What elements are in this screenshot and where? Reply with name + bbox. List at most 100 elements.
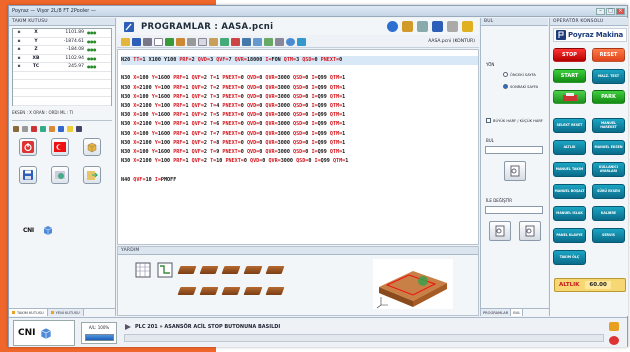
operator-button-11[interactable]: PANEL KLAVYE [553, 228, 586, 243]
program-line[interactable] [121, 166, 478, 175]
operator-button-3[interactable]: ALTLIK [553, 140, 586, 155]
plate-help-icon-9[interactable] [243, 282, 263, 300]
plate-help-icon-2[interactable] [199, 261, 219, 279]
grid-icon[interactable] [220, 37, 229, 46]
export-button[interactable] [83, 166, 101, 184]
close-button[interactable]: × [616, 7, 625, 15]
person-icon[interactable] [402, 21, 413, 32]
maximize-button[interactable]: □ [606, 7, 615, 15]
program-line[interactable] [121, 65, 478, 74]
alarm-icon[interactable] [609, 322, 619, 331]
find-button[interactable] [504, 161, 526, 181]
program-line[interactable]: N20 TT=1 X100 Y100 PRF=2 QVD=3 QVF=7 QVR… [121, 56, 478, 66]
tool-icon[interactable] [31, 125, 37, 132]
reset-button[interactable]: RESET [592, 48, 625, 62]
plate-help-icon-8[interactable] [221, 282, 241, 300]
cut-icon[interactable] [187, 37, 196, 46]
refresh-icon[interactable] [176, 37, 185, 46]
copy-icon[interactable] [198, 37, 207, 46]
new-file-icon[interactable] [154, 37, 163, 46]
left-tab-0[interactable]: TAKIM KUTUSU [9, 309, 48, 316]
line-help-icon[interactable] [156, 261, 174, 279]
program-line[interactable]: N30 X=100 Y=1600 PRF=1 QVF=2 T=5 PNEXT=0… [121, 111, 478, 120]
program-line[interactable]: N30 X=100 Y=1600 PRF=1 QVF=2 T=3 PNEXT=0… [121, 93, 478, 102]
chart-icon[interactable] [447, 21, 458, 32]
malz-test-top-button[interactable]: MALZ. TEST [592, 69, 625, 84]
plate-help-icon-4[interactable] [243, 261, 263, 279]
operator-button-2[interactable]: MANUEL HAREKET [592, 118, 625, 133]
chart-small-icon[interactable] [264, 37, 273, 46]
program-line[interactable]: N30 X=2100 Y=100 PRF=1 QVF=2 T=4 PNEXT=0… [121, 102, 478, 111]
left-tab-1[interactable]: YENİ KUTUSU [47, 309, 84, 316]
operator-button-12[interactable]: SERVIS [592, 228, 625, 243]
plate-help-icon-7[interactable] [199, 282, 219, 300]
operator-button-4[interactable]: MANUEL EKSEN [592, 140, 625, 155]
save-icon[interactable] [132, 37, 141, 46]
gear-icon[interactable] [40, 125, 46, 132]
paste-icon[interactable] [209, 37, 218, 46]
operator-button-9[interactable]: MANUEL ISLAK [553, 206, 586, 221]
plate-help-icon-6[interactable] [177, 282, 197, 300]
replace-button[interactable] [489, 221, 511, 241]
warning-icon[interactable] [49, 125, 55, 132]
program-editor[interactable]: N20 TT=1 X100 Y100 PRF=2 QVD=3 QVF=7 QVR… [117, 49, 479, 245]
run-icon[interactable] [165, 37, 174, 46]
list-icon[interactable] [242, 37, 251, 46]
operator-button-6[interactable]: KULLANICI AYARLARI [592, 162, 625, 177]
open-icon[interactable] [121, 37, 130, 46]
replace-all-button[interactable] [519, 221, 541, 241]
find-tab-1[interactable]: BUL [511, 309, 524, 316]
operator-button-10[interactable]: KALIBRE [592, 206, 625, 221]
power-button[interactable] [19, 138, 37, 156]
stop-button[interactable]: STOP [553, 48, 586, 62]
program-line[interactable]: N30 X=100 Y=1600 PRF=1 QVF=2 T=1 PNEXT=0… [121, 74, 478, 83]
program-line[interactable]: N30 X=2100 Y=100 PRF=1 QVF=2 T=8 PNEXT=0… [121, 139, 478, 148]
operator-button-13[interactable]: TAKIM ÖLÇ [553, 250, 586, 265]
prev-page-radio[interactable]: ÖNCEKİ SAYFA [503, 72, 536, 77]
program-line[interactable]: N30 X=2100 Y=100 PRF=1 QVF=2 T=6 PNEXT=0… [121, 120, 478, 129]
program-line[interactable]: N30 X=100 Y=1600 PRF=1 QVF=2 T=9 PNEXT=0… [121, 148, 478, 157]
program-line[interactable]: N40 QVF=10 I=PMOFF [121, 176, 478, 185]
lamp-icon[interactable] [67, 125, 73, 132]
minimize-button[interactable]: – [596, 7, 605, 15]
find-icon[interactable] [286, 37, 295, 46]
start-button[interactable]: START [553, 69, 586, 83]
save-icon[interactable] [76, 125, 82, 132]
box-button[interactable] [83, 138, 101, 156]
plate-help-icon-3[interactable] [221, 261, 241, 279]
pencil-icon[interactable] [432, 21, 443, 32]
flag-tr-button[interactable] [51, 138, 69, 156]
case-checkbox[interactable]: BÜYÜK HARF / KÜÇÜK HARF [486, 118, 543, 123]
plate-help-icon-5[interactable] [265, 261, 285, 279]
print-icon[interactable] [143, 37, 152, 46]
exit-icon[interactable] [609, 336, 619, 345]
find-input[interactable] [485, 146, 543, 154]
database-icon[interactable] [417, 21, 428, 32]
material-button[interactable] [553, 90, 586, 104]
operator-button-8[interactable]: SÜRÜ EKSEN [592, 184, 625, 199]
floppy-save-button[interactable] [19, 166, 37, 184]
lock-icon[interactable] [22, 125, 28, 132]
back-icon[interactable] [387, 21, 398, 32]
operator-button-1[interactable]: SELEKT RESET [553, 118, 586, 133]
operator-button-7[interactable]: MANUEL BOŞALT [553, 184, 586, 199]
table-help-icon[interactable] [134, 261, 152, 279]
home-icon[interactable] [13, 125, 19, 132]
draw-icon[interactable] [253, 37, 262, 46]
program-line[interactable]: N30 X=2100 Y=100 PRF=1 QVF=2 T=2 PNEXT=0… [121, 84, 478, 93]
operator-button-5[interactable]: MANUEL TAKIM [553, 162, 586, 177]
table-icon[interactable] [231, 37, 240, 46]
info-icon[interactable] [58, 125, 64, 132]
find-tab-0[interactable]: PROGRAMLAR [481, 309, 512, 316]
key-icon[interactable] [462, 21, 473, 32]
plate-help-icon-1[interactable] [177, 261, 197, 279]
program-line[interactable]: N30 X=2100 Y=100 PRF=1 QVF=2 T=10 PNEXT=… [121, 157, 478, 166]
program-line[interactable]: N30 X=100 Y=1600 PRF=1 QVF=2 T=7 PNEXT=0… [121, 130, 478, 139]
settings-button[interactable] [51, 166, 69, 184]
zoom-icon[interactable] [297, 37, 306, 46]
gear-small-icon[interactable] [275, 37, 284, 46]
replace-input[interactable] [485, 206, 543, 214]
next-page-radio[interactable]: SONRAKİ SAYFA [503, 84, 538, 89]
park-button[interactable]: PARK [592, 90, 625, 104]
plate-help-icon-10[interactable] [265, 282, 285, 300]
